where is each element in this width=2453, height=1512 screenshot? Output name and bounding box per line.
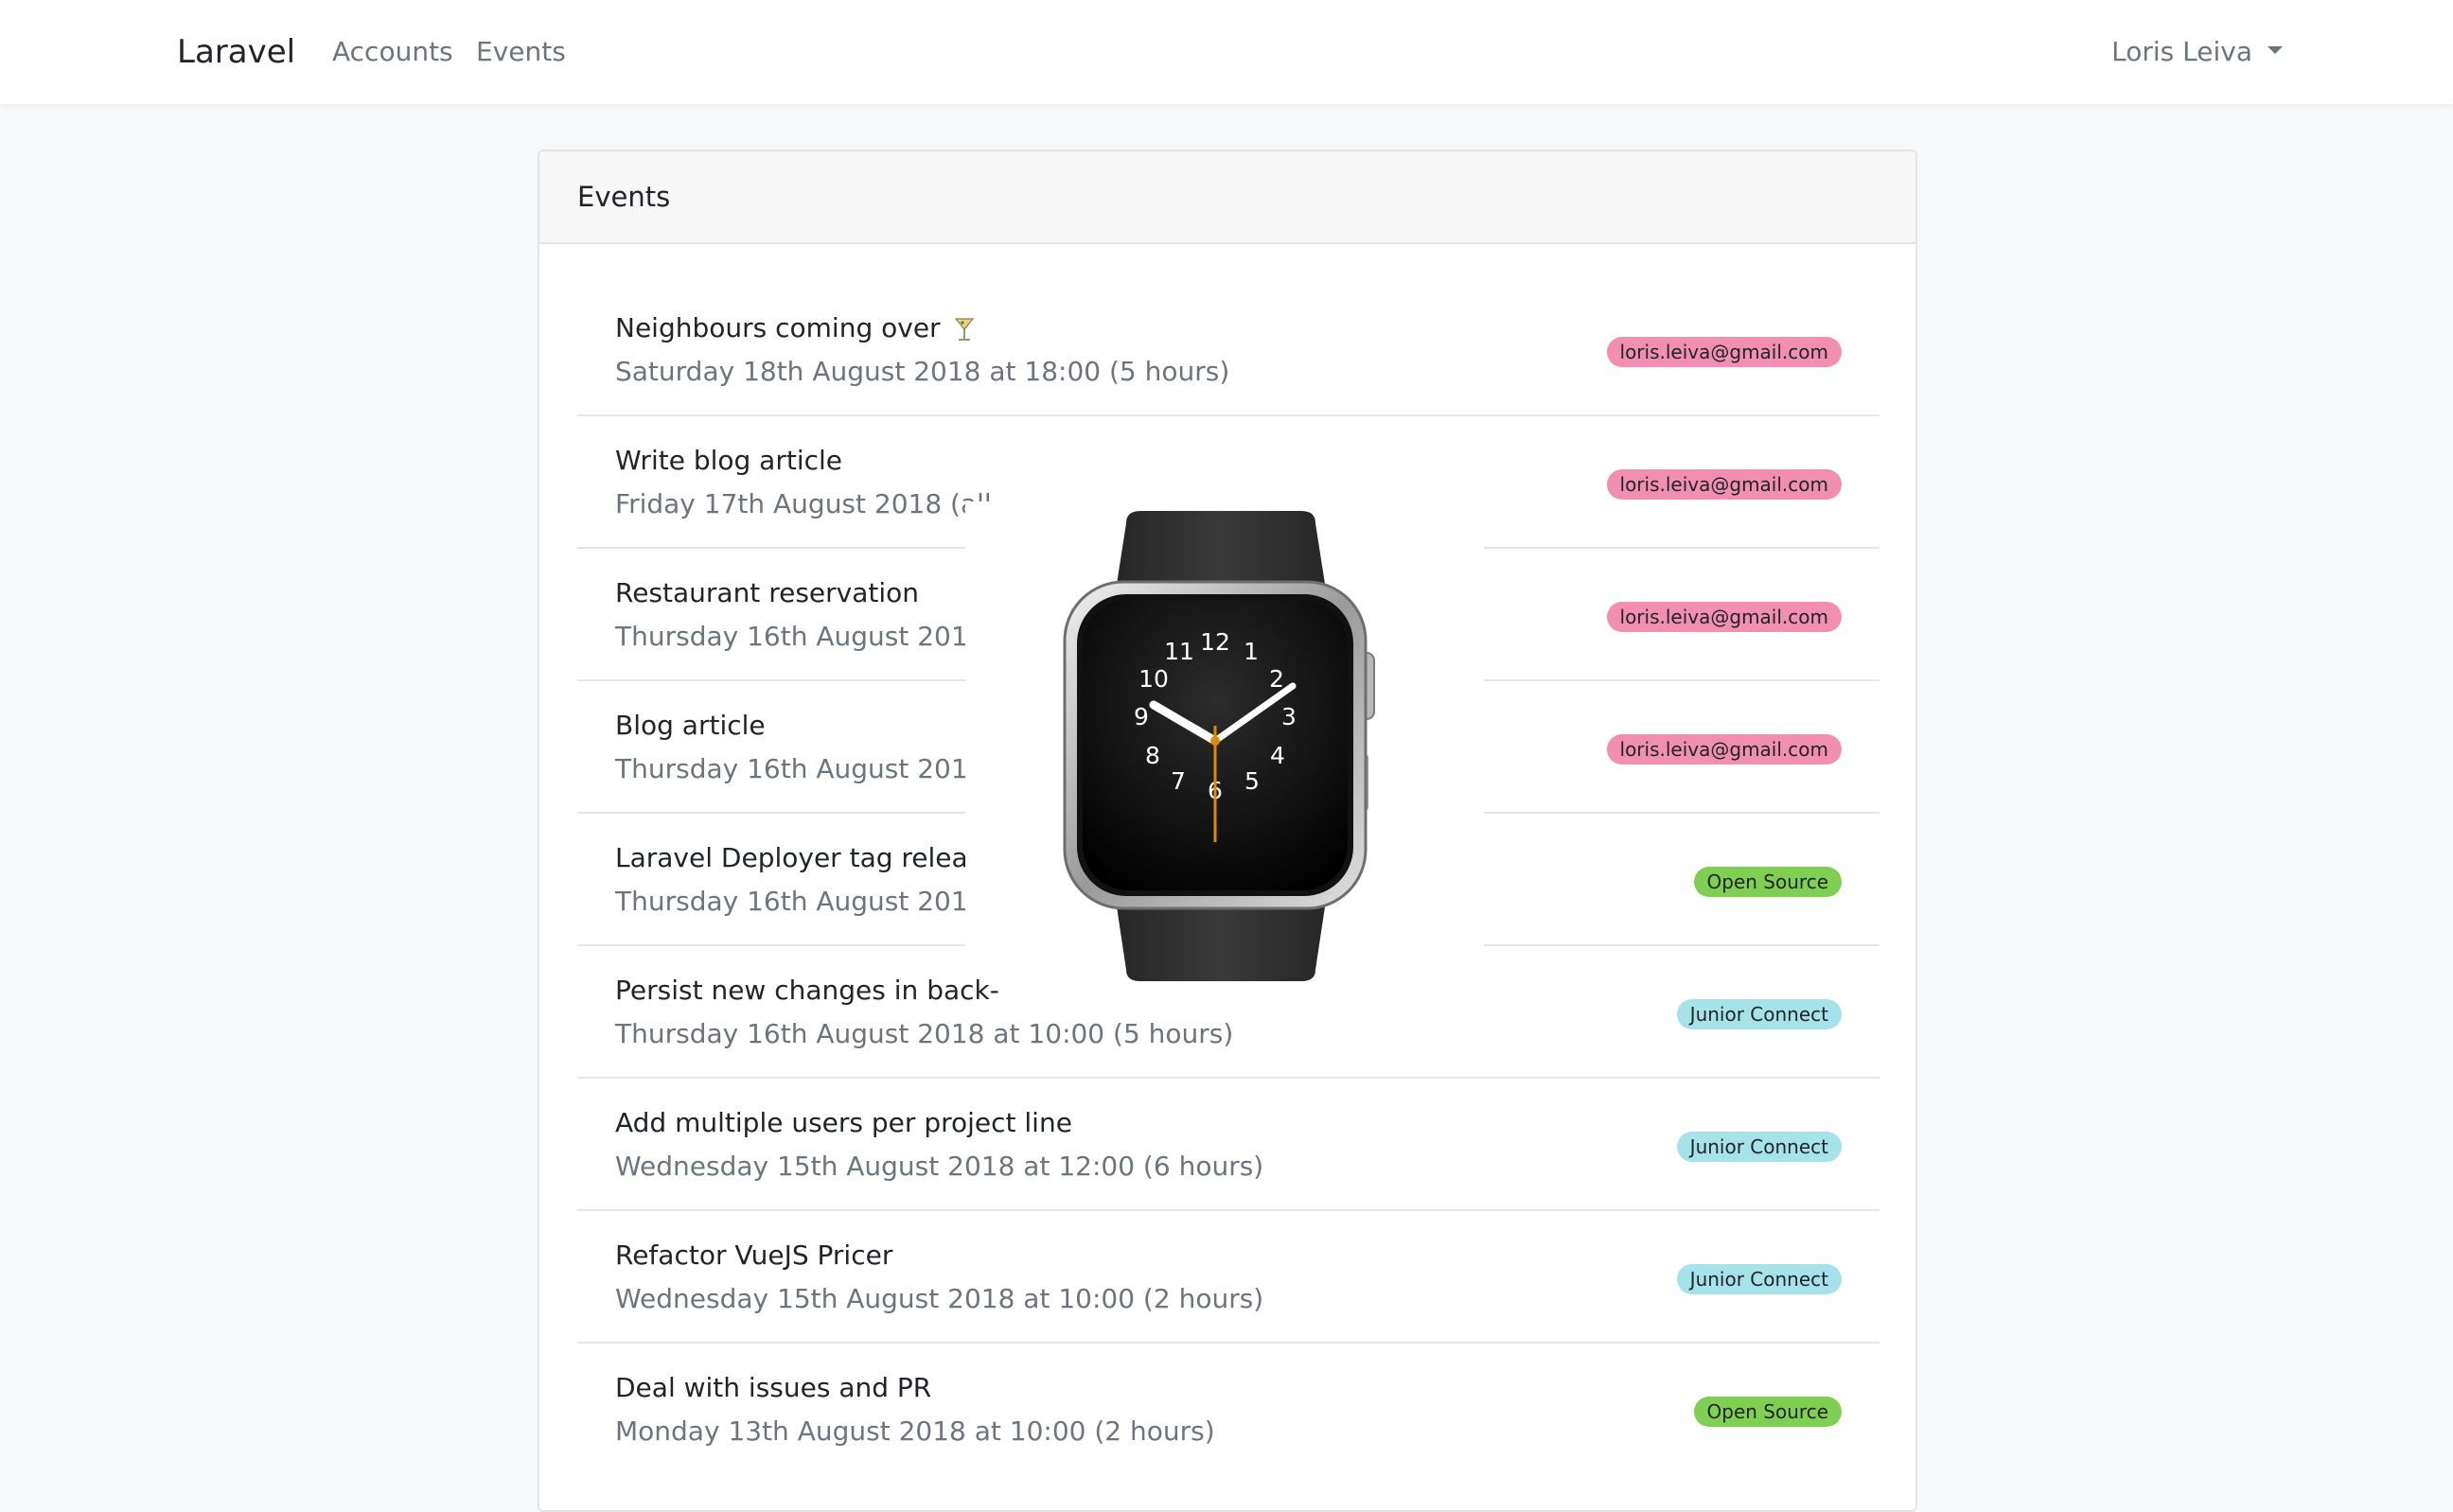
event-badge: Open Source [1693, 1397, 1842, 1427]
watch-numeral: 3 [1281, 703, 1297, 730]
top-navbar: Laravel Accounts Events Loris Leiva [0, 0, 2453, 104]
apple-watch-image: 121234567891011 [1063, 511, 1375, 981]
watch-numeral: 10 [1138, 665, 1169, 693]
event-title-text: Laravel Deployer tag release [615, 842, 998, 873]
user-name: Loris Leiva [2111, 36, 2252, 67]
watch-numeral: 2 [1269, 665, 1284, 693]
watch-numeral: 5 [1244, 767, 1260, 795]
event-title: Refactor VueJS Pricer [615, 1239, 892, 1271]
watch-numeral: 11 [1164, 638, 1194, 665]
event-title: Blog article [615, 710, 766, 741]
event-date: Friday 17th August 2018 (all [615, 488, 992, 519]
event-date: Thursday 16th August 2018 [615, 621, 985, 652]
brand-link[interactable]: Laravel [177, 0, 295, 104]
event-date: Thursday 16th August 2018 [615, 753, 985, 784]
event-title-text: Deal with issues and PR [615, 1372, 932, 1403]
event-title: Deal with issues and PR [615, 1372, 931, 1403]
event-badge: Open Source [1693, 867, 1842, 897]
event-title-text: Add multiple users per project line [615, 1107, 1072, 1138]
event-date: Wednesday 15th August 2018 at 12:00 (6 h… [615, 1151, 1264, 1182]
event-title: Restaurant reservation [615, 577, 919, 608]
event-title-text: Restaurant reservation [615, 577, 920, 608]
event-title: Persist new changes in back- [615, 975, 999, 1006]
nav-link-accounts[interactable]: Accounts [332, 0, 453, 104]
event-title-text: Refactor VueJS Pricer [615, 1239, 893, 1271]
watch-numeral: 1 [1244, 638, 1259, 665]
event-badge: loris.leiva@gmail.com [1606, 337, 1842, 367]
caret-down-icon [2268, 46, 2283, 54]
watch-numeral: 9 [1134, 703, 1149, 730]
event-item[interactable]: Neighbours coming over Saturday 18th Augu… [577, 284, 1879, 416]
event-badge: Junior Connect [1676, 999, 1842, 1029]
event-badge: Junior Connect [1676, 1132, 1842, 1162]
event-title-text: Neighbours coming over [615, 312, 941, 343]
event-badge: loris.leiva@gmail.com [1606, 734, 1842, 765]
event-date: Wednesday 15th August 2018 at 10:00 (2 h… [615, 1283, 1264, 1314]
watch-numeral: 4 [1270, 742, 1285, 769]
event-date: Thursday 16th August 2018 [615, 886, 985, 917]
watch-numeral: 8 [1145, 742, 1160, 769]
event-title: Add multiple users per project line [615, 1107, 1072, 1138]
event-badge: Junior Connect [1676, 1264, 1842, 1294]
cocktail-icon [954, 318, 974, 341]
event-title: Neighbours coming over [615, 312, 975, 343]
event-badge: loris.leiva@gmail.com [1606, 602, 1842, 632]
watch-numeral: 12 [1200, 628, 1230, 656]
event-item[interactable]: Add multiple users per project line Wedne… [577, 1079, 1879, 1211]
event-title-text: Blog article [615, 710, 766, 741]
event-item[interactable]: Deal with issues and PR Monday 13th Augus… [577, 1344, 1879, 1476]
event-title: Laravel Deployer tag release [615, 842, 998, 873]
watch-numeral: 7 [1171, 767, 1186, 795]
event-date: Monday 13th August 2018 at 10:00 (2 hour… [615, 1415, 1215, 1447]
user-dropdown[interactable]: Loris Leiva [2111, 0, 2283, 104]
event-title-text: Write blog article [615, 445, 843, 476]
card-header: Events [539, 151, 1915, 244]
event-date: Saturday 18th August 2018 at 18:00 (5 ho… [615, 356, 1230, 387]
event-item[interactable]: Refactor VueJS Pricer Wednesday 15th Augu… [577, 1211, 1879, 1344]
event-badge: loris.leiva@gmail.com [1606, 469, 1842, 500]
nav-link-events[interactable]: Events [476, 0, 566, 104]
event-title-text: Persist new changes in back- [615, 975, 999, 1006]
event-date: Thursday 16th August 2018 at 10:00 (5 ho… [615, 1018, 1234, 1049]
event-title: Write blog article [615, 445, 842, 476]
